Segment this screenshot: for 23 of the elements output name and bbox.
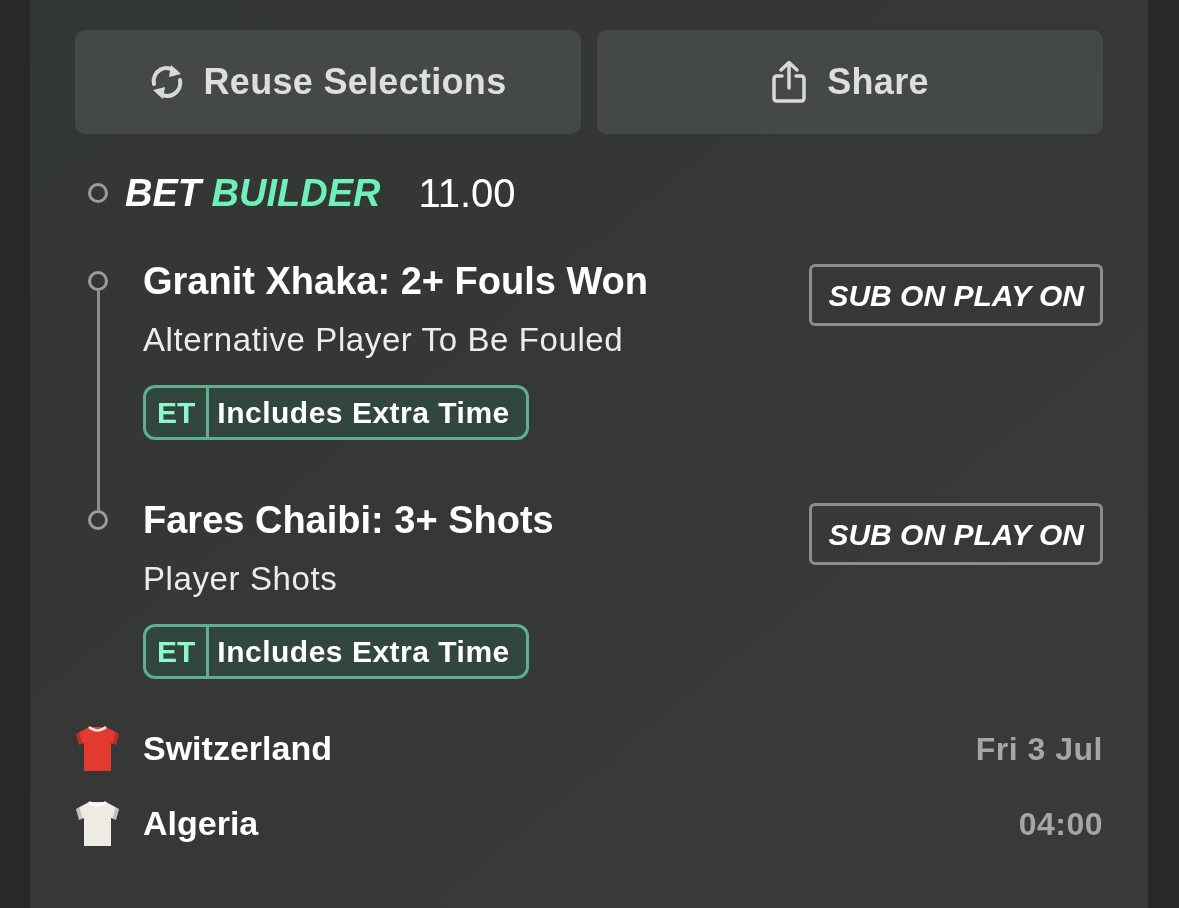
selection-title: Fares Chaibi: 3+ Shots bbox=[143, 498, 554, 542]
promo-tag: SUB ON PLAY ON bbox=[809, 503, 1103, 565]
team-name: Switzerland bbox=[143, 728, 332, 769]
selection-title: Granit Xhaka: 2+ Fouls Won bbox=[143, 259, 648, 303]
ring-icon bbox=[88, 271, 108, 291]
badge-code: ET bbox=[146, 627, 210, 676]
ring-icon bbox=[88, 510, 108, 530]
badge-label: Includes Extra Time bbox=[216, 395, 511, 431]
share-icon bbox=[771, 60, 808, 104]
refresh-icon bbox=[149, 62, 184, 102]
badge-code: ET bbox=[146, 388, 210, 437]
share-button[interactable]: Share bbox=[597, 30, 1103, 134]
reuse-selections-button[interactable]: Reuse Selections bbox=[75, 30, 581, 134]
market-name: Player Shots bbox=[143, 560, 338, 598]
market-name: Alternative Player To Be Fouled bbox=[143, 321, 624, 359]
bet-builder-title: BET BUILDER bbox=[125, 171, 381, 216]
team-name: Algeria bbox=[143, 803, 259, 844]
badge-label: Includes Extra Time bbox=[216, 634, 511, 670]
odds-value: 11.00 bbox=[418, 170, 516, 217]
match-date: Fri 3 Jul bbox=[975, 729, 1103, 769]
ring-icon bbox=[88, 183, 108, 203]
match-time: 04:00 bbox=[1018, 804, 1103, 844]
promo-tag: SUB ON PLAY ON bbox=[809, 264, 1103, 326]
